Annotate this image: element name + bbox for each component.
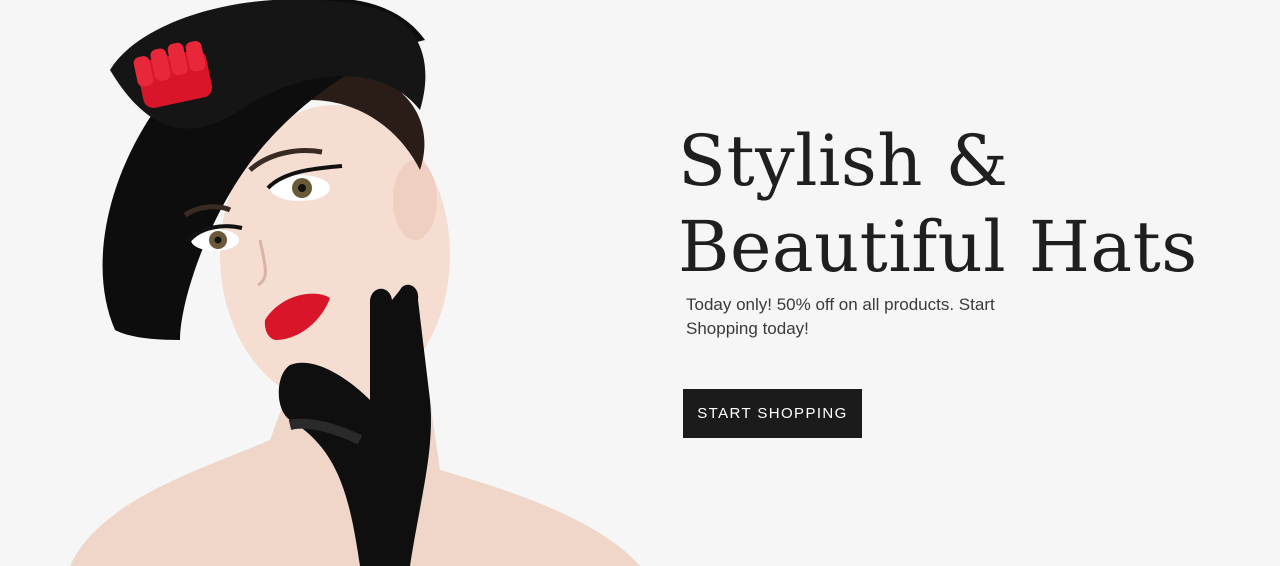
hero-banner: Stylish & Beautiful Hats Today only! 50%…: [0, 0, 1280, 566]
headline-line-1: Stylish &: [678, 120, 1009, 202]
hero-headline: Stylish & Beautiful Hats: [678, 118, 1198, 290]
model-with-hat-image: [70, 0, 640, 566]
start-shopping-button[interactable]: START SHOPPING: [683, 389, 862, 438]
headline-line-2: Beautiful Hats: [678, 206, 1198, 288]
hero-subtext: Today only! 50% off on all products. Sta…: [686, 295, 995, 338]
